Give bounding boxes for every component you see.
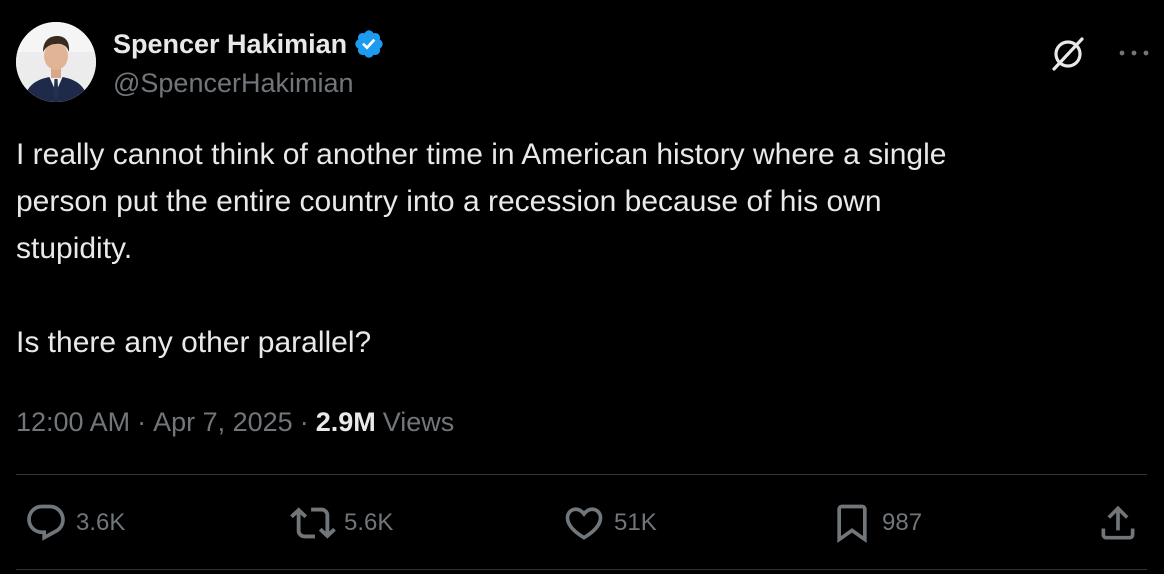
like-button[interactable]: 51K <box>562 500 657 546</box>
share-icon <box>1101 505 1135 540</box>
meta-separator: · <box>299 407 309 437</box>
display-name[interactable]: Spencer Hakimian <box>113 26 347 62</box>
reply-button[interactable]: 3.6K <box>24 500 125 546</box>
reply-count: 3.6K <box>76 509 126 536</box>
divider <box>16 569 1147 570</box>
tweet-date[interactable]: Apr 7, 2025 <box>153 402 293 442</box>
share-button[interactable] <box>1096 500 1140 546</box>
tweet-time[interactable]: 12:00 AM <box>16 402 130 442</box>
views-count[interactable]: 2.9M <box>316 402 376 442</box>
tweet-text: I really cannot think of another time in… <box>16 138 947 359</box>
tweet-meta: 12:00 AM · Apr 7, 2025 · 2.9M Views <box>16 402 454 442</box>
avatar[interactable] <box>16 22 96 102</box>
repost-count: 5.6K <box>344 509 394 536</box>
reply-icon <box>27 504 65 541</box>
views-label: Views <box>382 407 455 437</box>
avatar-image <box>16 22 96 102</box>
author-names: Spencer Hakimian @SpencerHakimian <box>113 26 385 102</box>
meta-separator: · <box>137 407 147 437</box>
author-handle[interactable]: @SpencerHakimian <box>113 64 385 102</box>
tweet-header: Spencer Hakimian @SpencerHakimian <box>16 22 1149 104</box>
like-count: 51K <box>614 509 657 536</box>
verified-badge-icon[interactable] <box>353 28 385 60</box>
repost-icon <box>290 507 336 539</box>
display-name-row: Spencer Hakimian <box>113 26 385 62</box>
bookmark-button[interactable]: 987 <box>830 500 922 546</box>
grok-icon[interactable] <box>1046 32 1090 76</box>
like-icon <box>565 507 603 540</box>
tweet-card: Spencer Hakimian @SpencerHakimian I real… <box>0 0 1164 574</box>
repost-button[interactable]: 5.6K <box>290 500 393 546</box>
more-icon[interactable] <box>1114 42 1154 64</box>
bookmark-count: 987 <box>882 509 923 536</box>
bookmark-icon <box>837 504 867 544</box>
divider <box>16 474 1147 475</box>
